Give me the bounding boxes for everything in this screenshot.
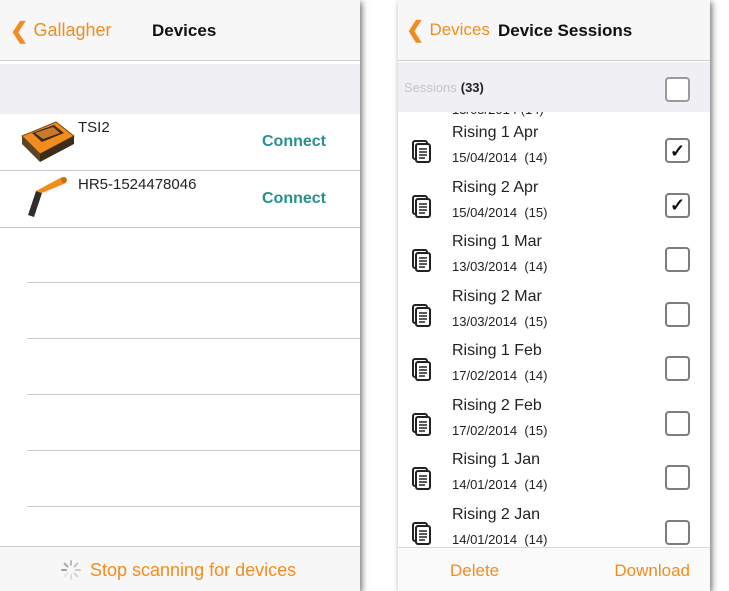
device-row[interactable]: HR5-1524478046 Connect (0, 171, 360, 228)
session-meta: 14/01/2014 (14) (452, 477, 547, 492)
session-date: 14/01/2014 (452, 531, 518, 547)
sessions-count: (33) (460, 80, 484, 95)
session-name: Rising 1 Apr (452, 124, 539, 141)
session-checkbox[interactable] (665, 519, 690, 545)
back-button[interactable]: ❮ Devices (406, 17, 490, 42)
session-meta: 15/04/2014 (14) (452, 150, 547, 165)
session-name: Rising 2 Mar (452, 287, 542, 305)
row-divider (27, 450, 360, 451)
session-meta: 13/03/2014 (14) (452, 259, 547, 274)
session-name: Rising 2 Apr (452, 178, 539, 196)
tsi2-device-icon (21, 121, 75, 162)
device-sessions-screen: ❮ Devices Device Sessions Sessions(33) 1… (398, 0, 710, 591)
document-icon (412, 358, 432, 387)
document-icon (412, 194, 432, 224)
session-name: Rising 1 Feb (452, 342, 542, 359)
session-count: (14) (524, 531, 548, 547)
spinner-icon (61, 560, 81, 580)
session-checkbox[interactable]: ✓ (665, 192, 690, 218)
session-row[interactable]: Rising 1 Mar 13/03/2014 (14) (398, 231, 710, 285)
document-icon (412, 521, 432, 549)
hr5-wand-icon (28, 177, 67, 217)
chevron-left-icon: ❮ (406, 17, 425, 42)
session-checkbox[interactable] (665, 301, 690, 327)
session-date: 14/01/2014 (452, 477, 518, 492)
device-name: TSI2 (78, 119, 110, 136)
document-icon (412, 140, 432, 169)
session-meta: 17/02/2014 (14) (452, 368, 547, 383)
row-divider (27, 282, 360, 283)
back-button[interactable]: ❮ Gallagher (10, 17, 112, 43)
row-divider (27, 338, 360, 339)
row-divider (27, 394, 360, 395)
session-meta: 15/04/2014 (15) (452, 205, 547, 220)
session-row[interactable]: Rising 2 Apr 15/04/2014 (15) ✓ (398, 177, 710, 231)
bottom-toolbar: Delete Download (398, 547, 710, 591)
session-row[interactable]: Rising 1 Jan 14/01/2014 (14) (398, 449, 710, 503)
session-count: (15) (524, 313, 548, 329)
session-checkbox[interactable] (665, 356, 690, 381)
session-row[interactable]: Rising 1 Feb 17/02/2014 (14) (398, 340, 710, 394)
session-date: 17/02/2014 (452, 368, 518, 383)
session-count: (14) (524, 477, 548, 492)
session-name: Rising 1 Mar (452, 233, 542, 250)
session-date: 13/03/2014 (452, 259, 518, 274)
session-row[interactable]: Rising 2 Jan 14/01/2014 (14) (398, 504, 710, 549)
sessions-header: Sessions (33) (398, 62, 710, 112)
document-icon (412, 249, 432, 278)
row-divider (27, 506, 360, 507)
session-checkbox[interactable]: ✓ (665, 138, 690, 163)
back-label: Devices (429, 20, 490, 39)
session-row[interactable]: Rising 2 Feb 17/02/2014 (15) (398, 395, 710, 449)
document-icon (412, 412, 432, 442)
session-count: (15) (524, 422, 548, 438)
nav-bar: ❮ Devices Device Sessions (398, 0, 710, 61)
session-checkbox[interactable] (665, 247, 690, 272)
stop-scanning-button[interactable]: Stop scanning for devices (60, 559, 296, 581)
back-label: Gallagher (33, 20, 112, 40)
session-name: Rising 2 Feb (452, 396, 542, 414)
session-meta: 14/01/2014 (14) (452, 532, 547, 547)
session-name: Rising 1 Jan (452, 451, 541, 468)
session-date: 15/04/2014 (452, 204, 518, 220)
session-count: (14) (524, 259, 548, 274)
document-icon (412, 467, 432, 496)
session-date: 15/04/2014 (452, 150, 518, 165)
session-name: Rising 2 Jan (452, 505, 541, 523)
devices-screen: ❮ Gallagher Devices TSI2 Connect HR5-152… (0, 0, 360, 591)
nav-bar: ❮ Gallagher Devices (0, 0, 360, 61)
delete-button[interactable]: Delete (450, 561, 499, 581)
bottom-toolbar: Stop scanning for devices (0, 546, 360, 591)
sessions-label: Sessions (33) (404, 80, 484, 95)
session-meta: 13/03/2014 (15) (452, 314, 547, 329)
download-button[interactable]: Download (614, 561, 690, 581)
page-title: Devices (152, 21, 217, 40)
partial-session-row: 13/05/2014 (14) (452, 112, 544, 122)
session-checkbox[interactable] (665, 410, 690, 436)
sessions-label-text: Sessions (404, 80, 457, 95)
session-row[interactable]: Rising 1 Apr 15/04/2014 (14) ✓ (398, 122, 710, 176)
section-header (0, 64, 360, 114)
select-all-checkbox[interactable] (665, 77, 690, 102)
device-name: HR5-1524478046 (78, 176, 197, 193)
page-title: Device Sessions (498, 21, 633, 40)
session-meta: 17/02/2014 (15) (452, 423, 547, 438)
chevron-left-icon: ❮ (10, 17, 29, 43)
device-row[interactable]: TSI2 Connect (0, 114, 360, 171)
connect-button[interactable]: Connect (262, 133, 326, 151)
connect-button[interactable]: Connect (262, 190, 326, 208)
session-list[interactable]: 13/05/2014 (14) Rising 1 Apr 15/04/2014 (… (398, 112, 710, 548)
document-icon (412, 303, 432, 333)
session-count: (15) (524, 204, 548, 220)
session-count: (14) (524, 150, 548, 165)
session-date: 17/02/2014 (452, 422, 518, 438)
session-checkbox[interactable] (665, 465, 690, 490)
session-count: (14) (524, 368, 548, 383)
stop-scanning-label: Stop scanning for devices (90, 559, 297, 580)
session-date: 13/03/2014 (452, 313, 518, 329)
session-row[interactable]: Rising 2 Mar 13/03/2014 (15) (398, 286, 710, 340)
